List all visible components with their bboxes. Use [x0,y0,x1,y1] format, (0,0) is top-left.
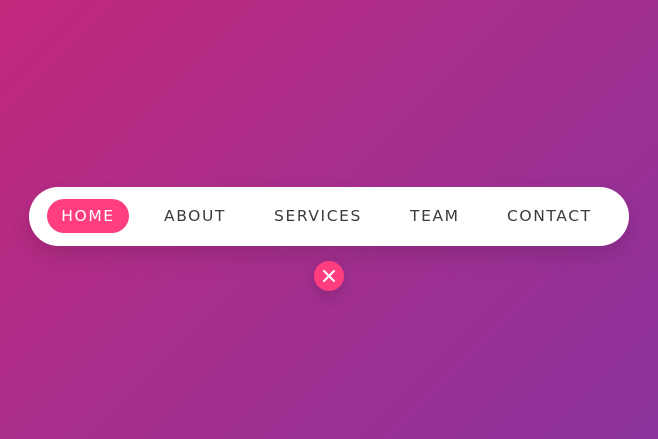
nav-item-about[interactable]: ABOUT [149,199,241,233]
nav-item-contact[interactable]: CONTACT [492,199,607,233]
nav-item-services[interactable]: SERVICES [259,199,377,233]
nav-item-team[interactable]: TEAM [395,199,475,233]
close-icon [323,270,335,282]
nav-item-home[interactable]: HOME [47,199,129,233]
close-button[interactable] [314,261,344,291]
navigation-bar: HOME ABOUT SERVICES TEAM CONTACT [29,187,629,246]
